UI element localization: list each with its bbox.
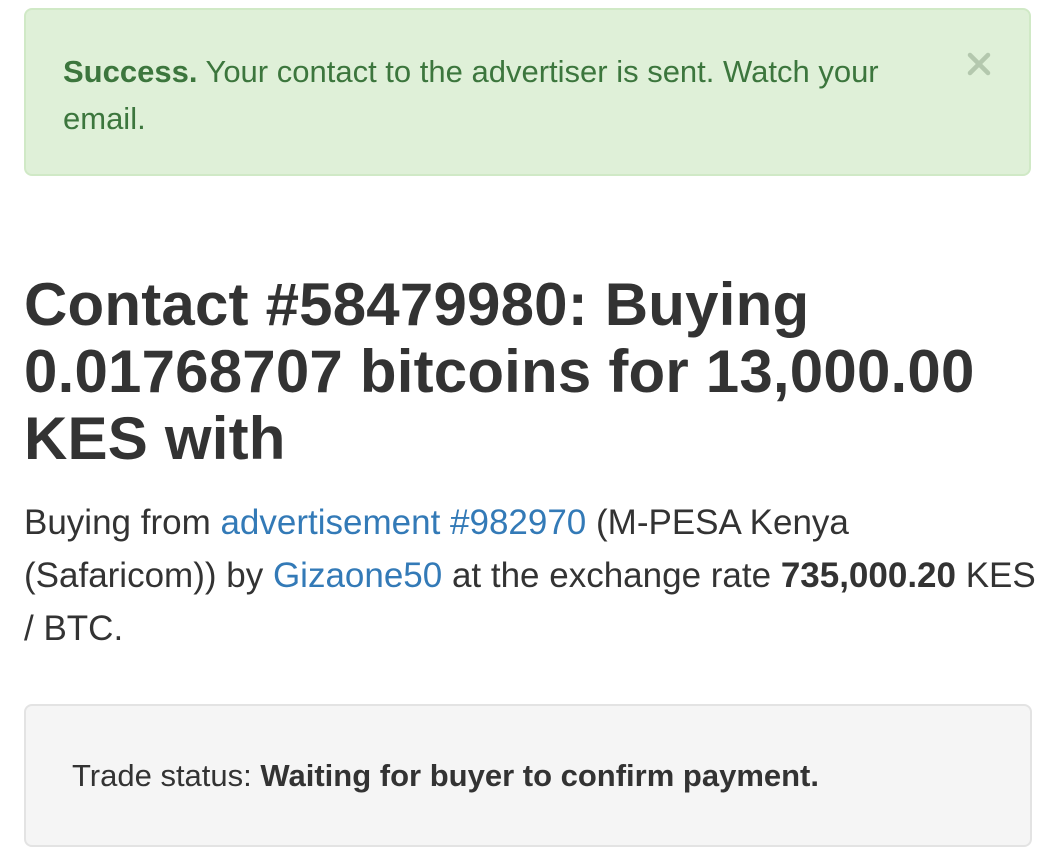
advertisement-link[interactable]: advertisement #982970	[220, 503, 586, 542]
trader-link[interactable]: Gizaone50	[273, 556, 442, 595]
close-icon	[967, 52, 991, 76]
page-title: Contact #58479980: Buying 0.01768707 bit…	[24, 271, 975, 472]
exchange-rate-value: 735,000.20	[780, 556, 956, 595]
page: Success. Your contact to the advertiser …	[0, 0, 1056, 858]
contact-description: Buying from advertisement #982970 (M-PES…	[24, 496, 1044, 655]
success-alert: Success. Your contact to the advertiser …	[24, 8, 1031, 176]
trade-status-value: Waiting for buyer to confirm payment.	[260, 758, 819, 793]
rate-intro-text: at the exchange rate	[442, 556, 781, 595]
intro-text: Buying from	[24, 503, 221, 542]
close-button[interactable]	[965, 50, 993, 78]
trade-status-label: Trade status:	[72, 758, 261, 793]
alert-title: Success.	[63, 54, 198, 89]
trade-status-panel: Trade status: Waiting for buyer to confi…	[24, 704, 1032, 847]
